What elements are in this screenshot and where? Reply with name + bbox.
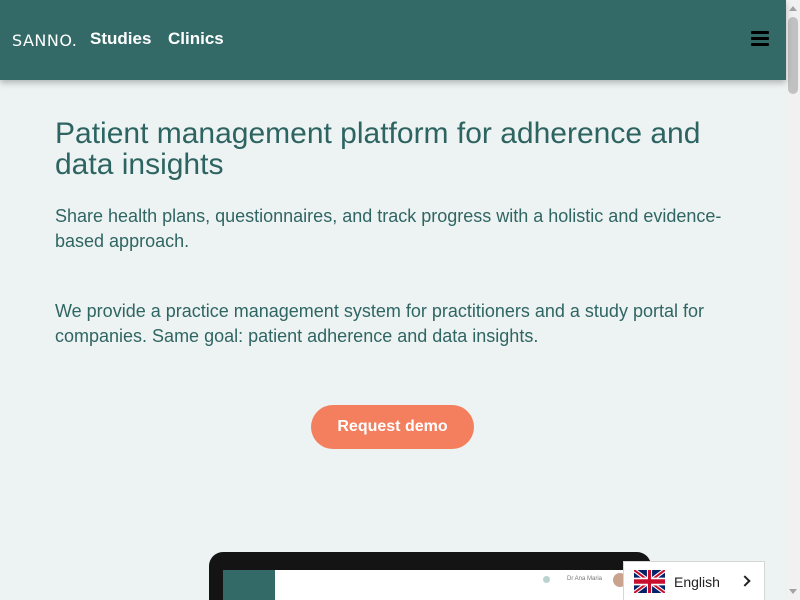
- status-dot: [543, 576, 550, 583]
- language-switcher[interactable]: English: [623, 561, 765, 600]
- scrollbar-thumb[interactable]: [788, 17, 798, 94]
- top-navbar: SANNO. Studies Clinics: [0, 0, 786, 80]
- nav-link-clinics[interactable]: Clinics: [168, 29, 224, 49]
- laptop-screen: Dr Ana Maria: [223, 570, 643, 600]
- hero-paragraph-1: Share health plans, questionnaires, and …: [55, 206, 722, 251]
- app-sidebar-preview: [223, 570, 275, 600]
- laptop-preview-image: Dr Ana Maria: [209, 552, 651, 600]
- chevron-right-icon: [739, 575, 751, 587]
- hero-paragraph-2: We provide a practice management system …: [55, 301, 704, 346]
- brand-logo[interactable]: SANNO.: [12, 31, 77, 50]
- scroll-down-arrow-icon[interactable]: [789, 589, 797, 594]
- preview-user-name: Dr Ana Maria: [567, 576, 603, 582]
- request-demo-button[interactable]: Request demo: [311, 405, 474, 449]
- scroll-up-arrow-icon[interactable]: [789, 6, 797, 11]
- nav-link-studies[interactable]: Studies: [90, 29, 151, 49]
- vertical-scrollbar[interactable]: [786, 0, 800, 600]
- language-label: English: [674, 574, 720, 590]
- hero-headline: Patient management platform for adherenc…: [55, 117, 701, 181]
- hamburger-menu-icon[interactable]: [751, 31, 769, 47]
- uk-flag-icon: [634, 570, 665, 593]
